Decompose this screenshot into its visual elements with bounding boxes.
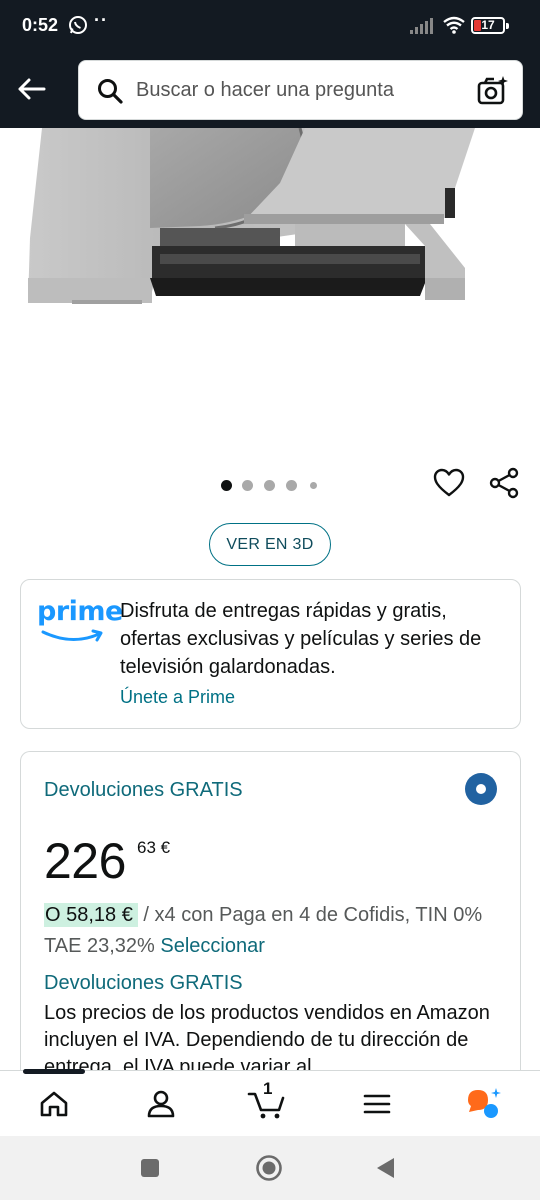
rufus-assistant-icon (468, 1088, 501, 1118)
prime-promo-card: prime Disfruta de entregas rápidas y gra… (20, 579, 521, 729)
search-input[interactable]: Buscar o hacer una pregunta (136, 79, 394, 102)
prime-description: Disfruta de entregas rápidas y gratis, o… (120, 600, 482, 678)
battery-icon: 17 (471, 17, 509, 34)
app-header: Buscar o hacer una pregunta (0, 52, 540, 128)
free-returns-link[interactable]: Devoluciones GRATIS (44, 779, 243, 802)
notification-dots: ·· (94, 10, 108, 30)
offer-radio-button[interactable] (465, 773, 497, 805)
system-navigation-bar (0, 1136, 540, 1200)
cart-count: 1 (263, 1079, 273, 1098)
square-icon (141, 1159, 159, 1177)
pager-dot-2[interactable] (242, 480, 253, 491)
nav-rufus[interactable] (464, 1085, 504, 1123)
status-time: 0:52 (22, 15, 59, 35)
whatsapp-icon (68, 15, 88, 35)
pager-dot-1[interactable] (221, 480, 232, 491)
nav-menu[interactable] (357, 1085, 397, 1123)
back-button[interactable] (10, 68, 52, 110)
nav-home[interactable] (34, 1085, 74, 1123)
prime-logo: prime (37, 596, 123, 646)
bottom-navigation: 1 (0, 1069, 540, 1136)
join-prime-link[interactable]: Únete a Prime (120, 687, 235, 708)
active-tab-indicator (23, 1069, 85, 1074)
recent-apps-button[interactable] (140, 1158, 160, 1183)
price-whole: 226 (44, 833, 126, 889)
menu-icon (363, 1094, 391, 1114)
installment-amount: O 58,18 € (44, 903, 138, 927)
circle-icon (256, 1155, 282, 1181)
back-system-button[interactable] (374, 1156, 396, 1185)
pager-dot-4[interactable] (286, 480, 297, 491)
installment-select-link[interactable]: Seleccionar (160, 935, 265, 957)
view-3d-button[interactable]: VER EN 3D (209, 523, 331, 566)
free-returns-link-2[interactable]: Devoluciones GRATIS (44, 972, 243, 995)
buy-box-card: Devoluciones GRATIS 226 63 € O 58,18 € /… (20, 751, 521, 1091)
nav-account[interactable] (141, 1085, 181, 1123)
pager-dot-5[interactable] (310, 482, 317, 489)
share-icon[interactable] (488, 467, 520, 504)
heart-icon[interactable] (433, 468, 465, 503)
pager-dot-3[interactable] (264, 480, 275, 491)
prime-smile-icon (41, 629, 103, 642)
user-icon (147, 1090, 175, 1118)
price-fraction: 63 € (137, 838, 171, 857)
battery-level: 17 (481, 18, 495, 32)
status-bar: 0:52 ·· 17 (0, 0, 540, 52)
wifi-icon (442, 15, 466, 40)
installment-info: O 58,18 € / x4 con Paga en 4 de Cofidis,… (44, 900, 514, 962)
arrow-left-icon (18, 78, 46, 100)
nav-cart[interactable]: 1 (247, 1079, 287, 1123)
triangle-back-icon (377, 1158, 394, 1178)
camera-search-icon[interactable] (477, 75, 509, 112)
signal-icon (410, 17, 436, 40)
vat-notice: Los precios de los productos vendidos en… (44, 1002, 490, 1078)
search-icon (97, 78, 123, 109)
prime-logo-text: prime (37, 596, 123, 627)
product-image[interactable] (0, 128, 540, 458)
home-system-button[interactable] (255, 1154, 283, 1187)
meat-slicer-image (28, 128, 475, 304)
home-icon (40, 1091, 68, 1117)
search-bar[interactable]: Buscar o hacer una pregunta (78, 60, 523, 120)
